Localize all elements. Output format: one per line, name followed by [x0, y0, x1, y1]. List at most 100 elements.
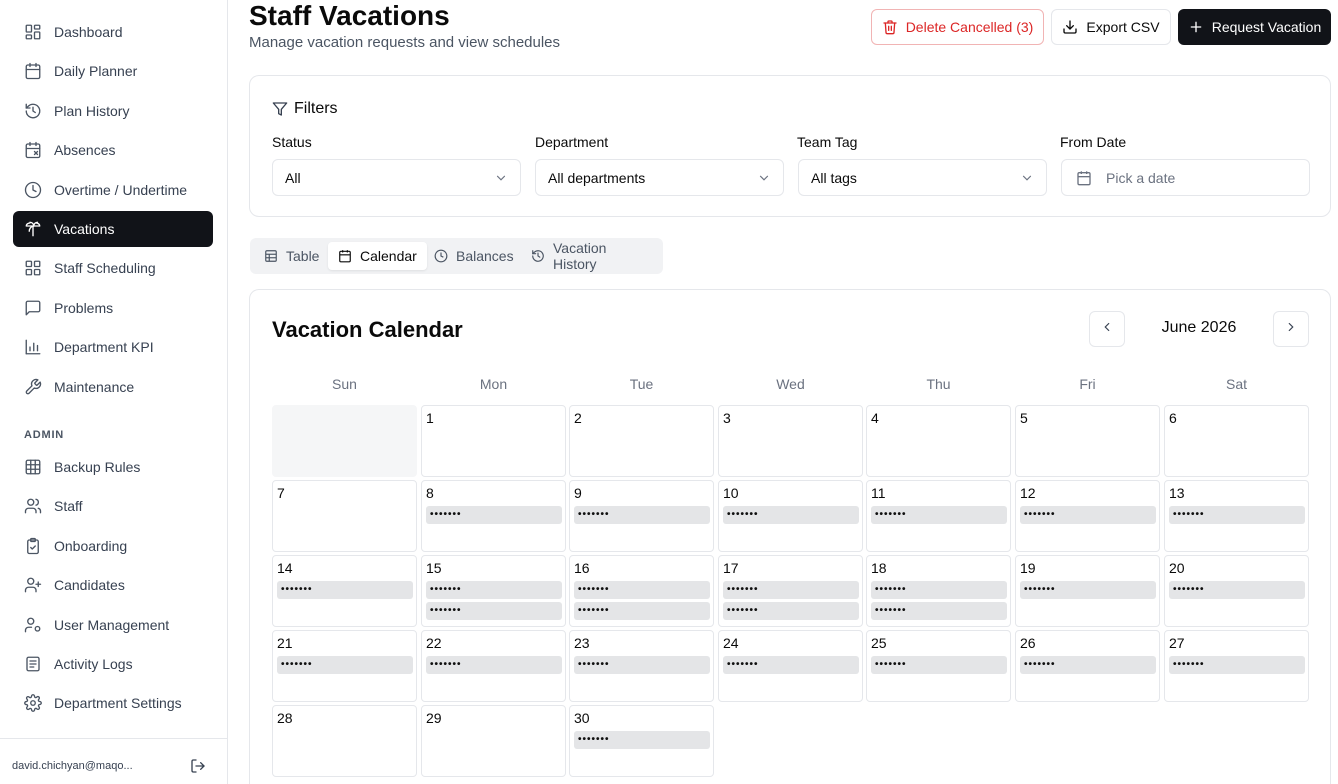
- vacation-event[interactable]: •••••••: [574, 581, 710, 599]
- vacation-event[interactable]: •••••••: [574, 656, 710, 674]
- sidebar-item-user-management[interactable]: User Management: [13, 607, 213, 643]
- vacation-event[interactable]: •••••••: [574, 602, 710, 620]
- sidebar-item-maintenance[interactable]: Maintenance: [13, 369, 213, 405]
- day-cell[interactable]: 13 •••••••: [1164, 480, 1309, 552]
- sidebar-item-dashboard[interactable]: Dashboard: [13, 14, 213, 50]
- day-number: 15: [426, 560, 442, 576]
- logout-icon[interactable]: [190, 758, 206, 774]
- delete-cancelled-button[interactable]: Delete Cancelled (3): [871, 9, 1044, 45]
- tab-vacation-history-label: Vacation History: [553, 240, 607, 272]
- day-number: 11: [871, 485, 886, 501]
- team-tag-select[interactable]: All tags: [798, 159, 1047, 196]
- department-select[interactable]: All departments: [535, 159, 784, 196]
- sidebar-item-onboarding[interactable]: Onboarding: [13, 528, 213, 564]
- day-cell[interactable]: 17 ••••••• •••••••: [718, 555, 863, 627]
- day-cell[interactable]: 21 •••••••: [272, 630, 417, 702]
- vacation-event[interactable]: •••••••: [723, 656, 859, 674]
- tab-balances[interactable]: Balances: [424, 242, 524, 270]
- vacation-event[interactable]: •••••••: [426, 581, 562, 599]
- day-cell[interactable]: 12 •••••••: [1015, 480, 1160, 552]
- prev-month-button[interactable]: [1089, 311, 1125, 347]
- vacation-event[interactable]: •••••••: [723, 506, 859, 524]
- vacation-event[interactable]: •••••••: [723, 581, 859, 599]
- day-cell[interactable]: 28: [272, 705, 417, 777]
- day-cell[interactable]: 7: [272, 480, 417, 552]
- sidebar-item-staff-scheduling[interactable]: Staff Scheduling: [13, 250, 213, 286]
- day-number: 10: [723, 485, 739, 501]
- day-cell[interactable]: 5: [1015, 405, 1160, 477]
- vacation-event[interactable]: •••••••: [1169, 506, 1305, 524]
- day-number: 3: [723, 410, 731, 426]
- vacation-event[interactable]: •••••••: [426, 656, 562, 674]
- day-cell[interactable]: 26 •••••••: [1015, 630, 1160, 702]
- day-cell[interactable]: 16 ••••••• •••••••: [569, 555, 714, 627]
- sidebar-item-activity-logs[interactable]: Activity Logs: [13, 646, 213, 682]
- vacation-event[interactable]: •••••••: [574, 731, 710, 749]
- day-cell[interactable]: 4: [866, 405, 1011, 477]
- vacation-event[interactable]: •••••••: [574, 506, 710, 524]
- day-cell[interactable]: 18 ••••••• •••••••: [866, 555, 1011, 627]
- day-cell[interactable]: 15 ••••••• •••••••: [421, 555, 566, 627]
- sidebar-item-overtime-undertime[interactable]: Overtime / Undertime: [13, 172, 213, 208]
- next-month-button[interactable]: [1273, 311, 1309, 347]
- day-cell[interactable]: 27 •••••••: [1164, 630, 1309, 702]
- day-cell[interactable]: 6: [1164, 405, 1309, 477]
- day-cell[interactable]: 25 •••••••: [866, 630, 1011, 702]
- vacation-event[interactable]: •••••••: [426, 506, 562, 524]
- day-cell[interactable]: 2: [569, 405, 714, 477]
- vacation-event[interactable]: •••••••: [871, 656, 1007, 674]
- day-cell[interactable]: 11 •••••••: [866, 480, 1011, 552]
- vacation-event[interactable]: •••••••: [277, 656, 413, 674]
- tab-table[interactable]: Table: [254, 242, 329, 270]
- day-cell[interactable]: 10 •••••••: [718, 480, 863, 552]
- sidebar-item-label: Candidates: [54, 577, 125, 594]
- sidebar-item-absences[interactable]: Absences: [13, 132, 213, 168]
- day-cell[interactable]: 22 •••••••: [421, 630, 566, 702]
- day-cell[interactable]: 8 •••••••: [421, 480, 566, 552]
- day-number: 6: [1169, 410, 1177, 426]
- day-cell[interactable]: 1: [421, 405, 566, 477]
- day-cell[interactable]: 23 •••••••: [569, 630, 714, 702]
- day-cell[interactable]: 29: [421, 705, 566, 777]
- day-cell[interactable]: 30 •••••••: [569, 705, 714, 777]
- day-cell[interactable]: 14 •••••••: [272, 555, 417, 627]
- day-cell[interactable]: 9 •••••••: [569, 480, 714, 552]
- status-select[interactable]: All: [272, 159, 521, 196]
- sidebar-item-candidates[interactable]: Candidates: [13, 567, 213, 603]
- tab-vacation-history[interactable]: Vacation History: [521, 240, 663, 272]
- table-icon: [264, 249, 278, 263]
- vacation-event[interactable]: •••••••: [871, 506, 1007, 524]
- sidebar-item-daily-planner[interactable]: Daily Planner: [13, 53, 213, 89]
- sidebar-item-problems[interactable]: Problems: [13, 290, 213, 326]
- page-subtitle: Manage vacation requests and view schedu…: [249, 34, 561, 51]
- vacation-event[interactable]: •••••••: [723, 602, 859, 620]
- day-cell[interactable]: 19 •••••••: [1015, 555, 1160, 627]
- tab-calendar-label: Calendar: [360, 248, 417, 264]
- vacation-event[interactable]: •••••••: [426, 602, 562, 620]
- vacation-event[interactable]: •••••••: [1169, 656, 1305, 674]
- sidebar-item-department-settings[interactable]: Department Settings: [13, 685, 213, 721]
- request-vacation-button[interactable]: Request Vacation: [1178, 9, 1331, 45]
- vacation-event[interactable]: •••••••: [277, 581, 413, 599]
- vacation-event[interactable]: •••••••: [1169, 581, 1305, 599]
- day-cell[interactable]: 3: [718, 405, 863, 477]
- request-vacation-label: Request Vacation: [1211, 19, 1322, 35]
- export-csv-button[interactable]: Export CSV: [1051, 9, 1171, 45]
- chevron-left-icon: [1100, 320, 1114, 339]
- day-number: 8: [426, 485, 434, 501]
- day-cell[interactable]: 20 •••••••: [1164, 555, 1309, 627]
- tab-calendar[interactable]: Calendar: [328, 242, 427, 270]
- from-date-picker[interactable]: Pick a date: [1061, 159, 1310, 196]
- sidebar-item-department-kpi[interactable]: Department KPI: [13, 329, 213, 365]
- sidebar-item-plan-history[interactable]: Plan History: [13, 93, 213, 129]
- day-cell[interactable]: 24 •••••••: [718, 630, 863, 702]
- sidebar-item-staff[interactable]: Staff: [13, 488, 213, 524]
- vacation-event[interactable]: •••••••: [1020, 656, 1156, 674]
- sidebar-item-backup-rules[interactable]: Backup Rules: [13, 449, 213, 485]
- calendar-x-icon: [24, 141, 42, 159]
- vacation-event[interactable]: •••••••: [1020, 506, 1156, 524]
- vacation-event[interactable]: •••••••: [1020, 581, 1156, 599]
- sidebar-item-vacations[interactable]: Vacations: [13, 210, 213, 247]
- vacation-event[interactable]: •••••••: [871, 581, 1007, 599]
- vacation-event[interactable]: •••••••: [871, 602, 1007, 620]
